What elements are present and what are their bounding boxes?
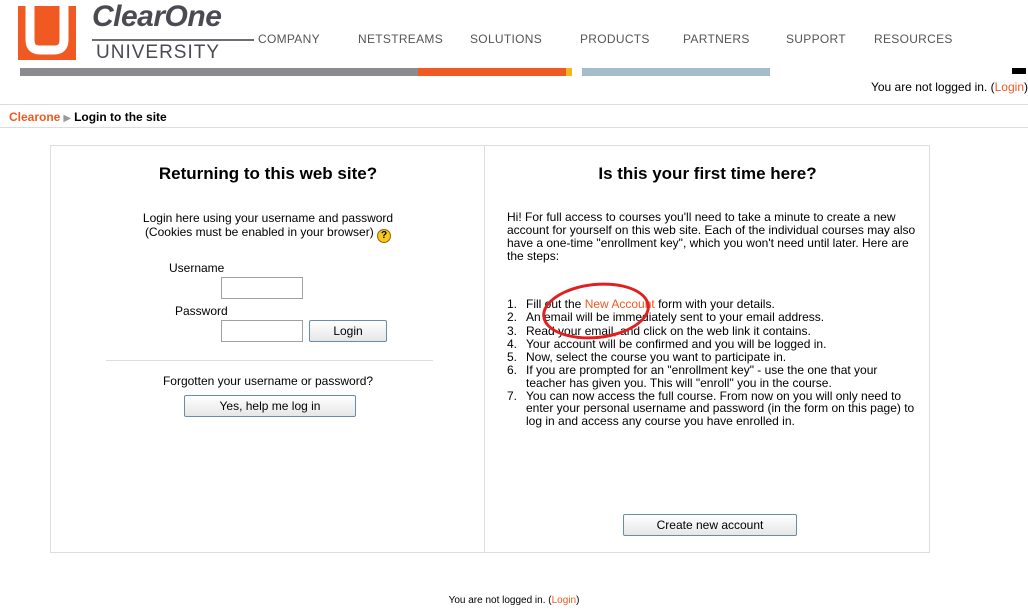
step-number: 2. bbox=[507, 310, 518, 325]
step-number: 3. bbox=[507, 323, 518, 338]
footer-login-link[interactable]: Login bbox=[552, 595, 576, 606]
password-input[interactable] bbox=[221, 320, 303, 342]
login-divider bbox=[106, 360, 433, 361]
breadcrumb: Clearone ▶ Login to the site bbox=[0, 104, 1028, 128]
login-button[interactable]: Login bbox=[309, 320, 387, 342]
returning-user-panel: Returning to this web site? Login here u… bbox=[51, 146, 485, 552]
footer-login-info: You are not logged in. (Login) bbox=[448, 595, 580, 606]
returning-title: Returning to this web site? bbox=[158, 164, 378, 183]
logo-subtitle: UNIVERSITY bbox=[96, 42, 221, 63]
step-number: 1. bbox=[507, 297, 518, 311]
nav-item-support[interactable]: SUPPORT bbox=[786, 32, 846, 46]
help-icon[interactable]: ? bbox=[377, 229, 392, 243]
login-status-text: You are not logged in. bbox=[870, 80, 988, 94]
signup-step: 6. If you are prompted for an "enrollment… bbox=[507, 364, 917, 389]
step-text: You can now access the full course. From… bbox=[526, 389, 915, 428]
step-text: Read your email, and click on the web li… bbox=[526, 323, 811, 338]
clearone-university-logo[interactable]: ClearOne UNIVERSITY bbox=[12, 0, 254, 68]
site-header: ClearOne UNIVERSITY COMPANY NETSTREAMS S… bbox=[0, 0, 1028, 80]
new-account-link[interactable]: New Account bbox=[585, 297, 655, 311]
step-number: 4. bbox=[507, 336, 518, 351]
create-account-button[interactable]: Create new account bbox=[623, 514, 797, 536]
signup-step: 1. Fill out the New Account form with you… bbox=[507, 297, 917, 311]
breadcrumb-arrow-icon: ▶ bbox=[63, 113, 72, 124]
footer-login-status: You are not logged in. bbox=[448, 595, 546, 606]
nav-item-resources[interactable]: RESOURCES bbox=[874, 32, 953, 46]
header-stripe-black bbox=[1012, 68, 1026, 74]
forgot-password-button[interactable]: Yes, help me log in bbox=[184, 395, 356, 417]
login-description: Login here using your username and passw… bbox=[51, 211, 485, 243]
nav-item-netstreams[interactable]: NETSTREAMS bbox=[358, 32, 443, 46]
nav-item-partners[interactable]: PARTNERS bbox=[683, 32, 750, 46]
first-time-title: Is this your first time here? bbox=[598, 164, 817, 183]
username-input[interactable] bbox=[221, 277, 303, 299]
signup-step: 4. Your account will be confirmed and you… bbox=[507, 336, 917, 351]
header-stripe-yellow bbox=[566, 68, 572, 76]
username-label: Username bbox=[169, 261, 225, 275]
signup-step: 3. Read your email, and click on the web … bbox=[507, 323, 917, 338]
login-desc-line1: Login here using your username and passw… bbox=[142, 211, 394, 225]
step-number: 5. bbox=[507, 350, 518, 365]
step-text: If you are prompted for an "enrollment k… bbox=[526, 363, 878, 390]
logo-divider bbox=[92, 39, 254, 41]
signup-steps-list: 1. Fill out the New Account form with you… bbox=[507, 298, 917, 428]
step-text: Your account will be confirmed and you w… bbox=[526, 336, 827, 351]
header-login-link[interactable]: Login bbox=[995, 80, 1024, 94]
step-number: 6. bbox=[507, 363, 518, 378]
header-stripe-blue bbox=[582, 68, 770, 76]
nav-item-company[interactable]: COMPANY bbox=[258, 32, 320, 46]
password-label: Password bbox=[175, 304, 228, 318]
new-user-panel: Is this your first time here? Hi! For fu… bbox=[486, 146, 929, 552]
nav-item-solutions[interactable]: SOLUTIONS bbox=[470, 32, 542, 46]
logo-brand-text: ClearOne bbox=[92, 0, 222, 33]
breadcrumb-home-link[interactable]: Clearone bbox=[9, 110, 60, 124]
forgot-password-text: Forgotten your username or password? bbox=[162, 374, 374, 388]
header-login-info: You are not logged in. (Login) bbox=[870, 80, 1028, 94]
signup-step: 7. You can now access the full course. Fr… bbox=[507, 390, 917, 427]
nav-item-products[interactable]: PRODUCTS bbox=[580, 32, 650, 46]
breadcrumb-current: Login to the site bbox=[74, 110, 167, 124]
clearone-u-logo-icon bbox=[18, 6, 76, 60]
header-stripe-gray bbox=[20, 68, 418, 76]
step-number: 7. bbox=[507, 389, 518, 404]
signup-intro-text: Hi! For full access to courses you'll ne… bbox=[507, 210, 916, 263]
step1-prefix: Fill out the bbox=[526, 297, 585, 311]
step-text: An email will be immediately sent to you… bbox=[526, 310, 825, 325]
login-desc-line2: (Cookies must be enabled in your browser… bbox=[144, 225, 374, 239]
signup-step: 5. Now, select the course you want to par… bbox=[507, 350, 917, 365]
login-box: Returning to this web site? Login here u… bbox=[50, 145, 930, 553]
step1-suffix: form with your details. bbox=[654, 297, 775, 311]
step-text: Now, select the course you want to parti… bbox=[526, 350, 787, 365]
header-stripe-orange bbox=[418, 68, 566, 76]
signup-step: 2. An email will be immediately sent to y… bbox=[507, 310, 917, 325]
